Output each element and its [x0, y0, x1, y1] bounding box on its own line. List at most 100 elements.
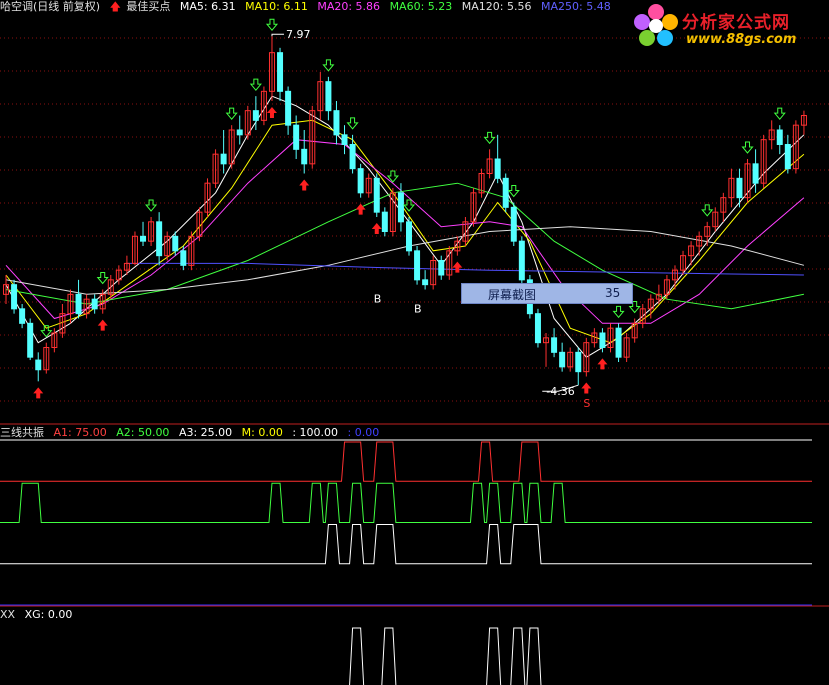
candle-body: [140, 235, 147, 242]
sell-arrow-icon: [346, 117, 359, 130]
candle-body: [510, 206, 517, 242]
flower-logo-icon: [634, 4, 678, 46]
ma-line-ma5: [5, 95, 805, 358]
candle-body: [252, 110, 259, 121]
chart-window: 7.97 -4.36 B B S 哈空调(日线 前复权) 🡅 最佳买点 MA5: 6.3…: [0, 0, 829, 685]
panel2-item-1: A2: 50.00: [116, 426, 170, 439]
candle-body: [494, 158, 501, 179]
panel2-item-5: : 0.00: [347, 426, 380, 439]
screenshot-tooltip: 屏幕截图 35: [461, 283, 633, 304]
candle-body: [784, 144, 791, 170]
signal-label: 最佳买点: [126, 0, 171, 13]
candle-body: [301, 148, 308, 165]
candle-body: [422, 279, 429, 286]
panel2-header: 三线共振 A1: 75.00 A2: 50.00 A3: 25.00 M: 0.…: [0, 426, 385, 440]
candle-body: [293, 124, 300, 150]
candle-body: [91, 298, 98, 310]
b-marker-label: B: [414, 302, 422, 315]
sell-arrow-icon: [402, 199, 416, 212]
candle-body: [502, 177, 509, 208]
sell-arrow-icon: [741, 141, 754, 154]
sell-arrow-icon: [322, 59, 335, 72]
panel3-name: XX: [0, 608, 16, 621]
sell-arrow-icon: [145, 199, 158, 212]
ma-legend-0: MA5: 6.31: [179, 0, 236, 13]
candle-body: [333, 110, 340, 136]
panel2-item-3: M: 0.00: [241, 426, 283, 439]
xg-pulse: [381, 627, 397, 685]
candle-body: [277, 52, 284, 92]
stock-title: 哈空调(日线 前复权): [0, 0, 101, 13]
ma-legend-1: MA10: 6.11: [245, 0, 308, 13]
ma-line-ma20: [5, 139, 805, 324]
signal-line-a2: [0, 482, 812, 523]
candle-body: [341, 134, 348, 145]
candle-body: [615, 327, 622, 358]
candle-body: [397, 192, 404, 223]
candle-body: [406, 221, 412, 252]
candle-body: [35, 359, 42, 371]
logo-title: 分析家公式网: [682, 13, 790, 33]
ma-line-ma120: [5, 226, 805, 295]
candle-body: [551, 337, 558, 353]
sell-arrow-icon: [265, 18, 279, 32]
xg-pulse: [526, 627, 542, 685]
sell-arrow-icon: [773, 107, 786, 120]
high-price-label: 7.97: [286, 28, 311, 41]
signal-line-a3: [0, 524, 812, 565]
candle-body: [19, 308, 26, 324]
s-marker-label: S: [583, 397, 590, 410]
candle-body: [736, 177, 743, 199]
buy-arrow-icon: [33, 387, 44, 399]
sell-arrow-icon: [507, 185, 520, 198]
candle-body: [575, 351, 582, 373]
buy-arrow-icon: [371, 223, 382, 234]
high-leader-line: [271, 33, 284, 37]
ma-legend-2: MA20: 5.86: [317, 0, 381, 13]
xg-pulse: [349, 627, 365, 685]
tooltip-label: 屏幕截图: [488, 288, 537, 302]
buy-arrow-icon: 🡅: [109, 0, 121, 13]
candle-body: [357, 168, 364, 194]
buy-arrow-icon: [581, 382, 592, 394]
tooltip-value: 35: [605, 286, 621, 300]
ma-legend-4: MA120: 5.56: [461, 0, 532, 13]
candle-body: [75, 293, 82, 315]
sell-arrow-icon: [225, 107, 238, 120]
candle-body: [752, 163, 759, 184]
buy-arrow-icon: [266, 107, 277, 118]
candle-body: [172, 235, 179, 252]
panel3-item-0: XG: 0.00: [24, 608, 73, 621]
candle-body: [349, 144, 356, 170]
signal-line-a1: [0, 441, 812, 482]
buy-arrow-icon: [597, 358, 608, 370]
candle-body: [11, 284, 18, 310]
candle-body: [776, 129, 783, 145]
ma-legend-3: MA60: 5.23: [389, 0, 453, 13]
panel2-item-2: A3: 25.00: [178, 426, 233, 439]
candle-body: [373, 177, 380, 213]
candle-body: [285, 90, 292, 126]
candle-body: [414, 250, 421, 281]
sell-arrow-icon: [701, 204, 714, 217]
xg-pulse: [486, 627, 502, 685]
candle-body: [180, 250, 187, 266]
panel2-item-0: A1: 75.00: [53, 426, 107, 439]
candle-body: [534, 313, 541, 344]
chart-canvas: 7.97 -4.36 B B S: [0, 18, 829, 685]
candle-body: [438, 260, 445, 276]
logo-url[interactable]: www.88gs.com: [686, 32, 796, 47]
panel2-name: 三线共振: [0, 426, 44, 439]
site-logo: 分析家公式网 www.88gs.com: [630, 2, 829, 52]
candle-body: [518, 240, 525, 281]
candle-body: [236, 129, 243, 136]
candle-body: [27, 322, 34, 358]
sell-arrow-icon: [483, 131, 496, 145]
candle-body: [381, 211, 388, 233]
low-price-label: -4.36: [546, 385, 574, 398]
candle-body: [220, 153, 227, 165]
xg-pulse: [510, 627, 526, 685]
sell-arrow-icon: [96, 272, 109, 285]
ma-line-ma10: [5, 119, 805, 344]
main-header: 哈空调(日线 前复权) 🡅 最佳买点 MA5: 6.31 MA10: 6.11 …: [0, 0, 617, 14]
